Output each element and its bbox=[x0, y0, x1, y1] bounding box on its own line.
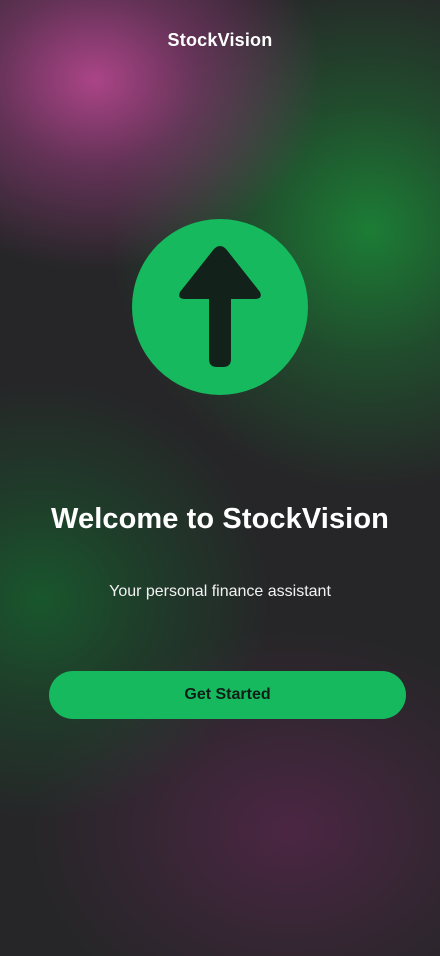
welcome-subtitle: Your personal finance assistant bbox=[109, 583, 331, 600]
arrow-up-icon bbox=[179, 246, 261, 367]
app-logo bbox=[132, 219, 308, 395]
get-started-button[interactable]: Get Started bbox=[49, 671, 406, 719]
welcome-title: Welcome to StockVision bbox=[51, 503, 389, 535]
app-title: StockVision bbox=[167, 30, 273, 50]
welcome-screen: StockVision Welcome to StockVision Your … bbox=[0, 0, 440, 956]
